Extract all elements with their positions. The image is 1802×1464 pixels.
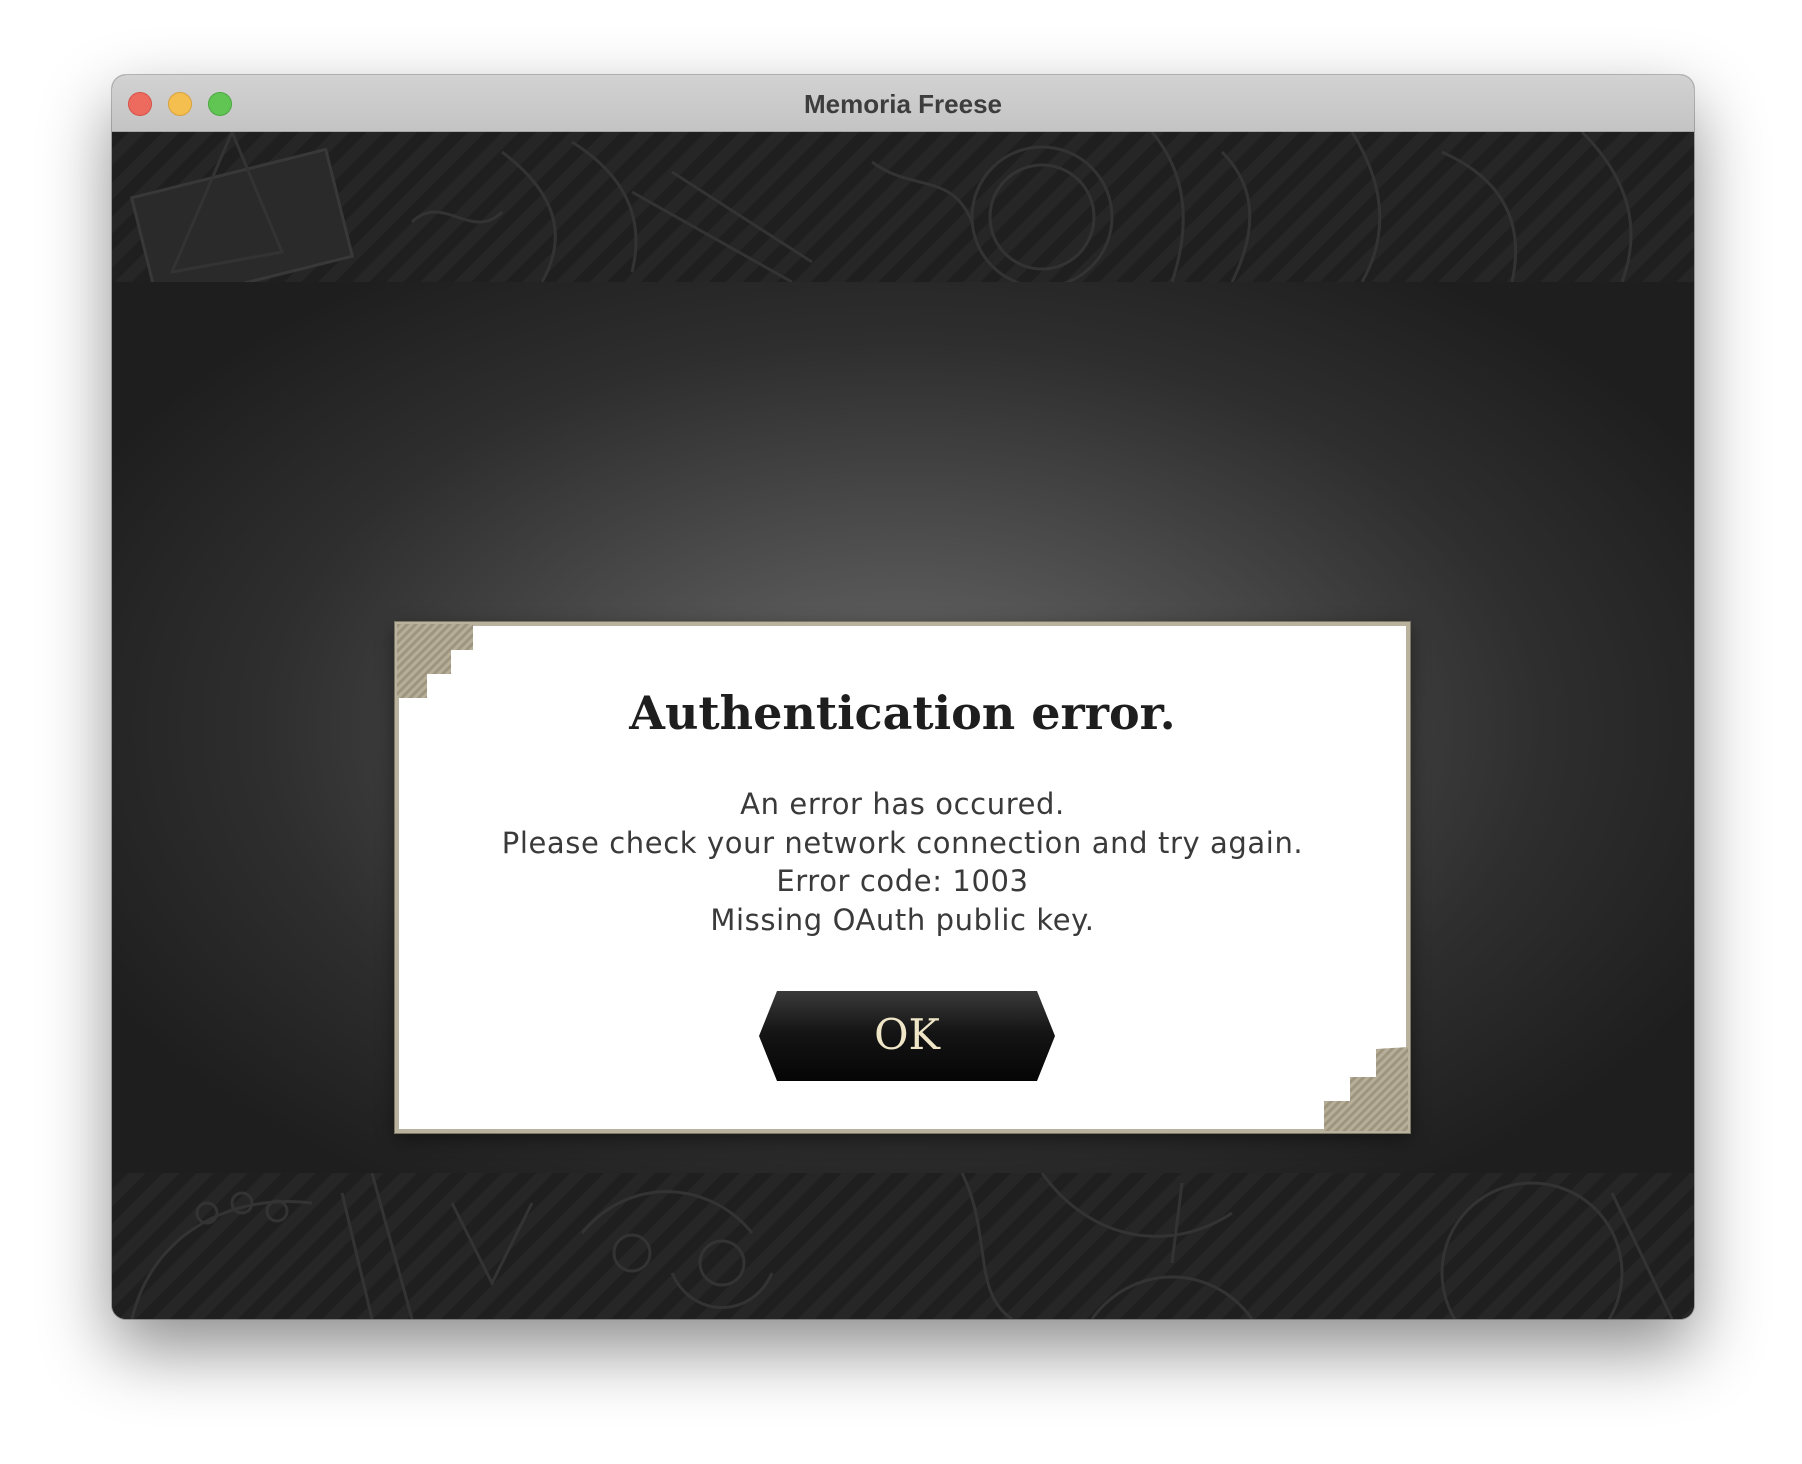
- dialog-corner-ornament-bottom-right: [1324, 1047, 1408, 1131]
- error-detail-line: Missing OAuth public key.: [710, 902, 1095, 937]
- title-bar[interactable]: Memoria Freese: [112, 75, 1694, 132]
- instruction-message-line: Please check your network connection and…: [501, 825, 1304, 860]
- banner-ornament-pattern: [130, 1173, 1674, 1319]
- error-dialog: Authentication error. An error has occur…: [395, 622, 1410, 1133]
- background-stage: Authentication error. An error has occur…: [112, 282, 1694, 1173]
- top-decorative-banner: [112, 132, 1694, 282]
- window-title: Memoria Freese: [804, 89, 1002, 119]
- error-code-line: Error code: 1003: [776, 864, 1029, 898]
- banner-ornament-pattern: [129, 132, 1633, 282]
- bottom-decorative-banner: [112, 1173, 1694, 1319]
- dialog-title: Authentication error.: [629, 686, 1176, 740]
- game-content: Authentication error. An error has occur…: [112, 132, 1694, 1319]
- dialog-message: An error has occured. Please check your …: [399, 785, 1406, 939]
- app-window: Memoria Freese Authentication error. An …: [112, 75, 1694, 1319]
- ok-button-label: OK: [874, 1010, 940, 1059]
- error-message-line: An error has occured.: [740, 787, 1065, 821]
- ok-button[interactable]: OK: [759, 991, 1055, 1081]
